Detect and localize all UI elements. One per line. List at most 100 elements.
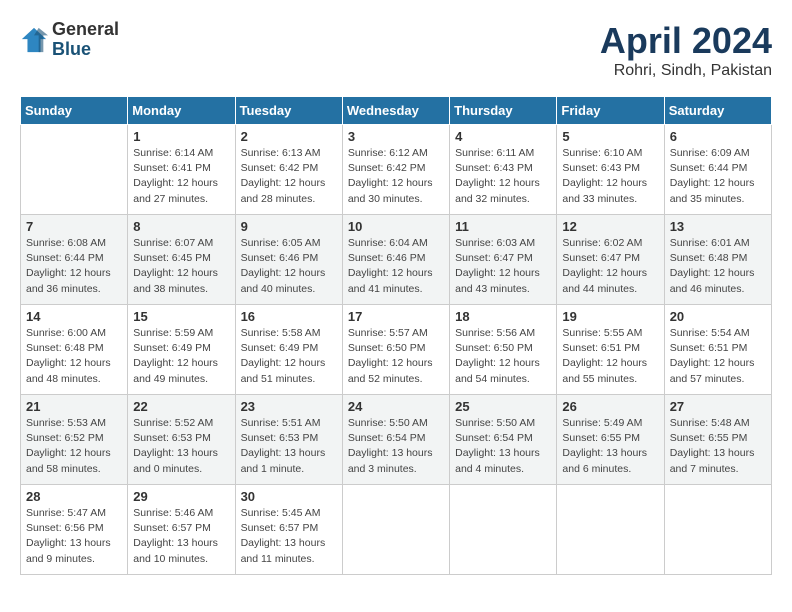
day-info: Sunrise: 5:57 AM Sunset: 6:50 PM Dayligh… [348,326,444,387]
day-number: 29 [133,489,229,504]
calendar-cell: 27 Sunrise: 5:48 AM Sunset: 6:55 PM Dayli… [664,395,771,485]
day-number: 26 [562,399,658,414]
calendar-cell [450,485,557,575]
day-number: 22 [133,399,229,414]
calendar-cell: 14 Sunrise: 6:00 AM Sunset: 6:48 PM Dayli… [21,305,128,395]
day-info: Sunrise: 6:12 AM Sunset: 6:42 PM Dayligh… [348,146,444,207]
calendar-cell: 15 Sunrise: 5:59 AM Sunset: 6:49 PM Dayli… [128,305,235,395]
calendar-cell: 25 Sunrise: 5:50 AM Sunset: 6:54 PM Dayli… [450,395,557,485]
day-number: 21 [26,399,122,414]
title-area: April 2024 Rohri, Sindh, Pakistan [600,20,772,80]
day-info: Sunrise: 5:48 AM Sunset: 6:55 PM Dayligh… [670,416,766,477]
calendar-cell [342,485,449,575]
logo-text: General Blue [52,20,119,60]
logo-general-text: General [52,20,119,40]
day-number: 15 [133,309,229,324]
logo: General Blue [20,20,119,60]
day-info: Sunrise: 5:54 AM Sunset: 6:51 PM Dayligh… [670,326,766,387]
day-info: Sunrise: 6:01 AM Sunset: 6:48 PM Dayligh… [670,236,766,297]
day-number: 28 [26,489,122,504]
day-info: Sunrise: 6:14 AM Sunset: 6:41 PM Dayligh… [133,146,229,207]
column-header-tuesday: Tuesday [235,97,342,125]
page-subtitle: Rohri, Sindh, Pakistan [600,62,772,80]
calendar-cell: 1Sunrise: 6:14 AM Sunset: 6:41 PM Daylig… [128,125,235,215]
column-header-sunday: Sunday [21,97,128,125]
calendar-cell: 12Sunrise: 6:02 AM Sunset: 6:47 PM Dayli… [557,215,664,305]
calendar-cell: 6 Sunrise: 6:09 AM Sunset: 6:44 PM Daylig… [664,125,771,215]
calendar-cell: 28 Sunrise: 5:47 AM Sunset: 6:56 PM Dayli… [21,485,128,575]
calendar-cell: 16Sunrise: 5:58 AM Sunset: 6:49 PM Dayli… [235,305,342,395]
day-number: 13 [670,219,766,234]
calendar-header: SundayMondayTuesdayWednesdayThursdayFrid… [21,97,772,125]
page-title: April 2024 [600,20,772,62]
day-info: Sunrise: 5:46 AM Sunset: 6:57 PM Dayligh… [133,506,229,567]
calendar-cell: 23 Sunrise: 5:51 AM Sunset: 6:53 PM Dayli… [235,395,342,485]
calendar-table: SundayMondayTuesdayWednesdayThursdayFrid… [20,96,772,575]
calendar-week-2: 7Sunrise: 6:08 AM Sunset: 6:44 PM Daylig… [21,215,772,305]
calendar-week-3: 14 Sunrise: 6:00 AM Sunset: 6:48 PM Dayli… [21,305,772,395]
day-number: 3 [348,129,444,144]
day-number: 7 [26,219,122,234]
day-info: Sunrise: 5:52 AM Sunset: 6:53 PM Dayligh… [133,416,229,477]
day-number: 18 [455,309,551,324]
page-header: General Blue April 2024 Rohri, Sindh, Pa… [20,20,772,80]
calendar-cell: 5Sunrise: 6:10 AM Sunset: 6:43 PM Daylig… [557,125,664,215]
calendar-cell: 4Sunrise: 6:11 AM Sunset: 6:43 PM Daylig… [450,125,557,215]
calendar-cell [664,485,771,575]
calendar-cell: 26 Sunrise: 5:49 AM Sunset: 6:55 PM Dayli… [557,395,664,485]
logo-icon [20,26,48,54]
day-info: Sunrise: 6:02 AM Sunset: 6:47 PM Dayligh… [562,236,658,297]
day-info: Sunrise: 6:10 AM Sunset: 6:43 PM Dayligh… [562,146,658,207]
day-info: Sunrise: 6:13 AM Sunset: 6:42 PM Dayligh… [241,146,337,207]
calendar-cell: 24Sunrise: 5:50 AM Sunset: 6:54 PM Dayli… [342,395,449,485]
day-number: 14 [26,309,122,324]
column-header-thursday: Thursday [450,97,557,125]
day-number: 9 [241,219,337,234]
day-number: 2 [241,129,337,144]
day-info: Sunrise: 6:09 AM Sunset: 6:44 PM Dayligh… [670,146,766,207]
day-number: 17 [348,309,444,324]
day-number: 6 [670,129,766,144]
calendar-week-5: 28 Sunrise: 5:47 AM Sunset: 6:56 PM Dayli… [21,485,772,575]
day-number: 11 [455,219,551,234]
day-info: Sunrise: 6:05 AM Sunset: 6:46 PM Dayligh… [241,236,337,297]
calendar-week-1: 1Sunrise: 6:14 AM Sunset: 6:41 PM Daylig… [21,125,772,215]
calendar-cell: 19 Sunrise: 5:55 AM Sunset: 6:51 PM Dayli… [557,305,664,395]
day-info: Sunrise: 5:45 AM Sunset: 6:57 PM Dayligh… [241,506,337,567]
calendar-week-4: 21 Sunrise: 5:53 AM Sunset: 6:52 PM Dayli… [21,395,772,485]
calendar-body: 1Sunrise: 6:14 AM Sunset: 6:41 PM Daylig… [21,125,772,575]
calendar-cell: 2 Sunrise: 6:13 AM Sunset: 6:42 PM Daylig… [235,125,342,215]
calendar-cell: 21 Sunrise: 5:53 AM Sunset: 6:52 PM Dayli… [21,395,128,485]
calendar-cell: 10Sunrise: 6:04 AM Sunset: 6:46 PM Dayli… [342,215,449,305]
day-info: Sunrise: 6:04 AM Sunset: 6:46 PM Dayligh… [348,236,444,297]
calendar-cell: 8Sunrise: 6:07 AM Sunset: 6:45 PM Daylig… [128,215,235,305]
day-info: Sunrise: 5:50 AM Sunset: 6:54 PM Dayligh… [455,416,551,477]
day-info: Sunrise: 5:51 AM Sunset: 6:53 PM Dayligh… [241,416,337,477]
day-info: Sunrise: 6:07 AM Sunset: 6:45 PM Dayligh… [133,236,229,297]
calendar-cell: 7Sunrise: 6:08 AM Sunset: 6:44 PM Daylig… [21,215,128,305]
day-info: Sunrise: 5:53 AM Sunset: 6:52 PM Dayligh… [26,416,122,477]
day-info: Sunrise: 5:55 AM Sunset: 6:51 PM Dayligh… [562,326,658,387]
day-number: 23 [241,399,337,414]
calendar-cell: 18Sunrise: 5:56 AM Sunset: 6:50 PM Dayli… [450,305,557,395]
day-number: 30 [241,489,337,504]
day-info: Sunrise: 5:59 AM Sunset: 6:49 PM Dayligh… [133,326,229,387]
day-info: Sunrise: 6:11 AM Sunset: 6:43 PM Dayligh… [455,146,551,207]
calendar-cell: 13 Sunrise: 6:01 AM Sunset: 6:48 PM Dayli… [664,215,771,305]
day-info: Sunrise: 5:49 AM Sunset: 6:55 PM Dayligh… [562,416,658,477]
calendar-cell: 20 Sunrise: 5:54 AM Sunset: 6:51 PM Dayli… [664,305,771,395]
day-number: 27 [670,399,766,414]
day-number: 24 [348,399,444,414]
header-row: SundayMondayTuesdayWednesdayThursdayFrid… [21,97,772,125]
day-info: Sunrise: 6:00 AM Sunset: 6:48 PM Dayligh… [26,326,122,387]
day-number: 19 [562,309,658,324]
logo-blue-text: Blue [52,40,119,60]
calendar-cell [557,485,664,575]
day-number: 20 [670,309,766,324]
calendar-cell: 9 Sunrise: 6:05 AM Sunset: 6:46 PM Daylig… [235,215,342,305]
calendar-cell: 22 Sunrise: 5:52 AM Sunset: 6:53 PM Dayli… [128,395,235,485]
day-number: 25 [455,399,551,414]
column-header-wednesday: Wednesday [342,97,449,125]
day-info: Sunrise: 5:47 AM Sunset: 6:56 PM Dayligh… [26,506,122,567]
calendar-cell: 17 Sunrise: 5:57 AM Sunset: 6:50 PM Dayli… [342,305,449,395]
